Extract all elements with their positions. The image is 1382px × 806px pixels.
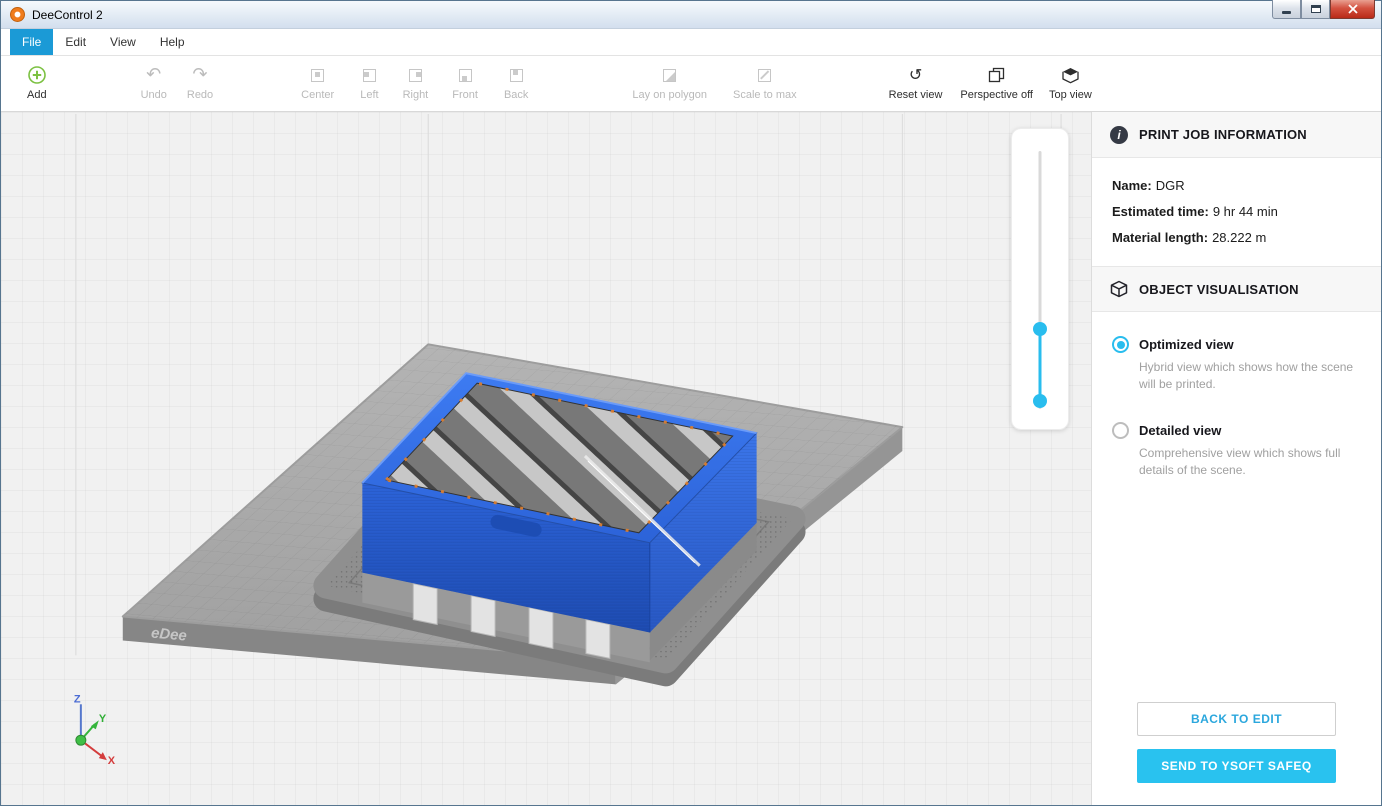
menu-file[interactable]: File bbox=[10, 29, 53, 55]
job-time-label: Estimated time: bbox=[1112, 204, 1209, 219]
window-controls bbox=[1272, 0, 1375, 19]
lay-on-polygon-icon bbox=[663, 66, 676, 84]
reset-view-icon: ↺ bbox=[909, 66, 922, 84]
menu-edit[interactable]: Edit bbox=[53, 29, 98, 55]
scale-to-max-button[interactable]: Scale to max bbox=[733, 66, 797, 101]
window-title: DeeControl 2 bbox=[32, 8, 103, 22]
optimized-view-label[interactable]: Optimized view bbox=[1139, 337, 1234, 352]
axis-origin bbox=[76, 735, 86, 745]
left-label: Left bbox=[360, 89, 378, 101]
titlebar: DeeControl 2 bbox=[1, 1, 1381, 29]
job-material-value: 28.222 m bbox=[1212, 230, 1266, 245]
job-time-row: Estimated time: 9 hr 44 min bbox=[1112, 204, 1361, 219]
viewport-3d[interactable]: eDee bbox=[1, 112, 1091, 805]
radio-detailed-view[interactable] bbox=[1112, 422, 1129, 439]
add-button[interactable]: Add bbox=[27, 66, 47, 101]
maximize-button[interactable] bbox=[1301, 0, 1330, 19]
option-optimized-view: Optimized view Hybrid view which shows h… bbox=[1112, 336, 1361, 394]
detailed-view-label[interactable]: Detailed view bbox=[1139, 423, 1221, 438]
print-job-info: Name: DGR Estimated time: 9 hr 44 min Mate… bbox=[1092, 158, 1381, 266]
layer-range-slider[interactable] bbox=[1011, 128, 1069, 430]
option-detailed-view: Detailed view Comprehensive view which s… bbox=[1112, 422, 1361, 480]
redo-icon: ↷ bbox=[192, 66, 207, 84]
reset-view-label: Reset view bbox=[889, 89, 943, 101]
back-label: Back bbox=[504, 89, 528, 101]
bed-logo: eDee bbox=[150, 625, 187, 645]
center-view-button[interactable]: Center bbox=[301, 66, 334, 101]
redo-label: Redo bbox=[187, 89, 213, 101]
menubar: File Edit View Help bbox=[1, 29, 1381, 56]
center-view-icon bbox=[311, 66, 324, 84]
reset-view-button[interactable]: ↺ Reset view bbox=[889, 66, 943, 101]
detailed-view-description: Comprehensive view which shows full deta… bbox=[1139, 445, 1357, 480]
job-material-row: Material length: 28.222 m bbox=[1112, 230, 1361, 245]
center-label: Center bbox=[301, 89, 334, 101]
top-view-button[interactable]: Top view bbox=[1049, 66, 1092, 101]
right-view-button[interactable]: Right bbox=[403, 66, 429, 101]
axis-gizmo: Z Y X bbox=[74, 693, 116, 767]
print-job-title: PRINT JOB INFORMATION bbox=[1139, 127, 1307, 142]
app-window: DeeControl 2 File Edit View Help Add ↶ U… bbox=[0, 0, 1382, 806]
axis-y-label: Y bbox=[99, 713, 107, 725]
axis-x-arrow bbox=[99, 752, 107, 760]
front-view-button[interactable]: Front bbox=[452, 66, 478, 101]
viewport-3d-scene[interactable]: eDee bbox=[1, 112, 1091, 805]
left-view-icon bbox=[363, 66, 376, 84]
perspective-toggle-button[interactable]: Perspective off bbox=[960, 66, 1033, 101]
front-view-icon bbox=[459, 66, 472, 84]
radio-optimized-view[interactable] bbox=[1112, 336, 1129, 353]
visualisation-title: OBJECT VISUALISATION bbox=[1139, 282, 1299, 297]
undo-button[interactable]: ↶ Undo bbox=[141, 66, 167, 101]
right-view-icon bbox=[409, 66, 422, 84]
job-name-value: DGR bbox=[1156, 178, 1185, 193]
cube-icon bbox=[1110, 280, 1128, 298]
print-job-header: PRINT JOB INFORMATION bbox=[1092, 112, 1381, 158]
job-name-label: Name: bbox=[1112, 178, 1152, 193]
undo-icon: ↶ bbox=[146, 66, 161, 84]
close-icon bbox=[1348, 4, 1358, 14]
perspective-label: Perspective off bbox=[960, 89, 1033, 101]
add-label: Add bbox=[27, 89, 47, 101]
menu-view[interactable]: View bbox=[98, 29, 148, 55]
visualisation-header: OBJECT VISUALISATION bbox=[1092, 266, 1381, 312]
layer-slider-handle-lower[interactable] bbox=[1033, 394, 1047, 408]
layer-slider-active-range bbox=[1039, 329, 1042, 401]
visualisation-options: Optimized view Hybrid view which shows h… bbox=[1092, 312, 1381, 508]
optimized-view-description: Hybrid view which shows how the scene wi… bbox=[1139, 359, 1357, 394]
back-to-edit-button[interactable]: BACK TO EDIT bbox=[1137, 702, 1336, 736]
job-name-row: Name: DGR bbox=[1112, 178, 1361, 193]
toolbar: Add ↶ Undo ↷ Redo Center Left Right Fron… bbox=[1, 56, 1381, 112]
front-label: Front bbox=[452, 89, 478, 101]
main-area: eDee bbox=[1, 112, 1381, 805]
top-view-icon bbox=[1062, 66, 1079, 84]
lay-on-polygon-button[interactable]: Lay on polygon bbox=[632, 66, 707, 101]
menu-help[interactable]: Help bbox=[148, 29, 197, 55]
lay-on-polygon-label: Lay on polygon bbox=[632, 89, 707, 101]
layer-slider-handle-upper[interactable] bbox=[1033, 322, 1047, 336]
undo-label: Undo bbox=[141, 89, 167, 101]
scale-to-max-icon bbox=[758, 66, 771, 84]
redo-button[interactable]: ↷ Redo bbox=[187, 66, 213, 101]
right-label: Right bbox=[403, 89, 429, 101]
sidebar: PRINT JOB INFORMATION Name: DGR Estimated… bbox=[1091, 112, 1381, 805]
top-view-label: Top view bbox=[1049, 89, 1092, 101]
perspective-icon bbox=[988, 66, 1005, 84]
info-icon bbox=[1110, 126, 1128, 144]
axis-x-label: X bbox=[108, 755, 116, 767]
scale-to-max-label: Scale to max bbox=[733, 89, 797, 101]
back-view-button[interactable]: Back bbox=[504, 66, 528, 101]
add-icon bbox=[28, 66, 46, 84]
maximize-icon bbox=[1311, 5, 1321, 13]
send-to-safeq-button[interactable]: SEND TO YSOFT SAFEQ bbox=[1137, 749, 1336, 783]
minimize-icon bbox=[1282, 11, 1291, 14]
left-view-button[interactable]: Left bbox=[360, 66, 378, 101]
app-logo-icon bbox=[10, 7, 25, 22]
axis-z-label: Z bbox=[74, 693, 81, 705]
job-material-label: Material length: bbox=[1112, 230, 1208, 245]
job-time-value: 9 hr 44 min bbox=[1213, 204, 1278, 219]
sidebar-actions: BACK TO EDIT SEND TO YSOFT SAFEQ bbox=[1092, 702, 1381, 805]
minimize-button[interactable] bbox=[1272, 0, 1301, 19]
close-button[interactable] bbox=[1330, 0, 1375, 19]
back-view-icon bbox=[510, 66, 523, 84]
